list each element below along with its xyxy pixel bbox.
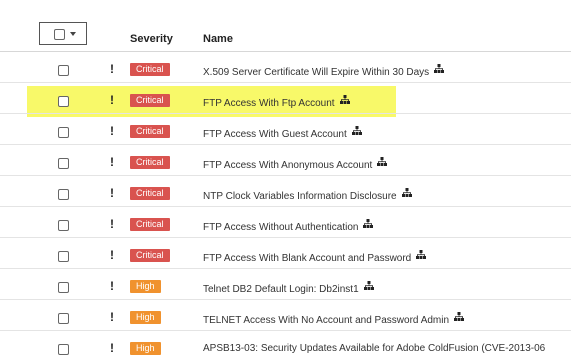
table-row[interactable]: ! Critical FTP Access With Blank Account a… (0, 238, 571, 269)
vulnerability-name-link[interactable]: TELNET Access With No Account and Passwo… (203, 312, 465, 326)
table-body: ! Critical X.509 Server Certificate Will E… (0, 52, 571, 361)
severity-badge: Critical (130, 125, 170, 138)
vulnerability-name-link[interactable]: FTP Access With Ftp Account (203, 95, 350, 109)
severity-badge: Critical (130, 218, 170, 231)
exclamation-icon: ! (110, 310, 114, 324)
exclamation-icon: ! (110, 93, 114, 107)
table-row[interactable]: ! High APSB13-03: Security Updates Availab… (0, 331, 571, 361)
row-checkbox[interactable] (58, 313, 69, 324)
row-checkbox[interactable] (58, 127, 69, 138)
vulnerability-name-link[interactable]: NTP Clock Variables Information Disclosu… (203, 188, 412, 202)
sitemap-icon[interactable] (377, 157, 388, 169)
table-row[interactable]: ! High Telnet DB2 Default Login: Db2inst1 (0, 269, 571, 300)
vulnerability-name-link[interactable]: Telnet DB2 Default Login: Db2inst1 (203, 281, 374, 295)
row-checkbox[interactable] (58, 96, 69, 107)
vulnerability-name-link[interactable]: FTP Access Without Authentication (203, 219, 374, 233)
table-header: Severity Name (0, 0, 571, 52)
table-row[interactable]: ! Critical NTP Clock Variables Information… (0, 176, 571, 207)
exclamation-icon: ! (110, 341, 114, 355)
sitemap-icon[interactable] (401, 188, 412, 200)
select-all-dropdown[interactable] (39, 22, 87, 45)
vulnerability-list: Severity Name ! Critical X.509 Server Cert… (0, 0, 571, 361)
severity-badge: Critical (130, 249, 170, 262)
vulnerability-name-link[interactable]: APSB13-03: Security Updates Available fo… (203, 343, 545, 354)
severity-badge: High (130, 280, 161, 293)
vulnerability-name-text[interactable]: FTP Access Without Authentication (203, 222, 358, 233)
vulnerability-name-link[interactable]: FTP Access With Guest Account (203, 126, 362, 140)
sitemap-icon[interactable] (416, 250, 427, 262)
row-checkbox[interactable] (58, 282, 69, 293)
row-checkbox[interactable] (58, 189, 69, 200)
row-checkbox[interactable] (58, 251, 69, 262)
row-checkbox[interactable] (58, 220, 69, 231)
sitemap-icon[interactable] (363, 281, 374, 293)
checkbox-icon[interactable] (54, 29, 65, 40)
sitemap-icon[interactable] (434, 64, 445, 76)
vulnerability-name-link[interactable]: FTP Access With Anonymous Account (203, 157, 388, 171)
table-row[interactable]: ! Critical FTP Access Without Authenticati… (0, 207, 571, 238)
vulnerability-name-text[interactable]: NTP Clock Variables Information Disclosu… (203, 191, 397, 202)
vulnerability-name-link[interactable]: X.509 Server Certificate Will Expire Wit… (203, 64, 445, 78)
severity-column-header[interactable]: Severity (130, 33, 173, 45)
vulnerability-name-text[interactable]: APSB13-03: Security Updates Available fo… (203, 343, 545, 354)
exclamation-icon: ! (110, 279, 114, 293)
chevron-down-icon[interactable] (70, 32, 76, 36)
vulnerability-name-text[interactable]: FTP Access With Blank Account and Passwo… (203, 253, 411, 264)
sitemap-icon[interactable] (351, 126, 362, 138)
table-row[interactable]: ! High TELNET Access With No Account and P… (0, 300, 571, 331)
severity-badge: Critical (130, 94, 170, 107)
severity-badge: Critical (130, 187, 170, 200)
severity-badge: Critical (130, 63, 170, 76)
sitemap-icon[interactable] (339, 95, 350, 107)
table-row[interactable]: ! Critical FTP Access With Anonymous Accou… (0, 145, 571, 176)
sitemap-icon[interactable] (454, 312, 465, 324)
exclamation-icon: ! (110, 124, 114, 138)
vulnerability-name-text[interactable]: FTP Access With Ftp Account (203, 98, 335, 109)
exclamation-icon: ! (110, 186, 114, 200)
table-row[interactable]: ! Critical FTP Access With Guest Account (0, 114, 571, 145)
exclamation-icon: ! (110, 62, 114, 76)
vulnerability-name-text[interactable]: FTP Access With Anonymous Account (203, 160, 372, 171)
exclamation-icon: ! (110, 248, 114, 262)
row-checkbox[interactable] (58, 158, 69, 169)
severity-badge: High (130, 311, 161, 324)
row-checkbox[interactable] (58, 344, 69, 355)
row-checkbox[interactable] (58, 65, 69, 76)
table-row[interactable]: ! Critical FTP Access With Ftp Account (0, 83, 571, 114)
table-row[interactable]: ! Critical X.509 Server Certificate Will E… (0, 52, 571, 83)
exclamation-icon: ! (110, 217, 114, 231)
vulnerability-name-text[interactable]: FTP Access With Guest Account (203, 129, 347, 140)
vulnerability-name-text[interactable]: X.509 Server Certificate Will Expire Wit… (203, 67, 429, 78)
sitemap-icon[interactable] (363, 219, 374, 231)
exclamation-icon: ! (110, 155, 114, 169)
severity-badge: High (130, 342, 161, 355)
severity-badge: Critical (130, 156, 170, 169)
vulnerability-name-text[interactable]: Telnet DB2 Default Login: Db2inst1 (203, 284, 359, 295)
name-column-header[interactable]: Name (203, 33, 233, 45)
vulnerability-name-text[interactable]: TELNET Access With No Account and Passwo… (203, 315, 449, 326)
vulnerability-name-link[interactable]: FTP Access With Blank Account and Passwo… (203, 250, 427, 264)
